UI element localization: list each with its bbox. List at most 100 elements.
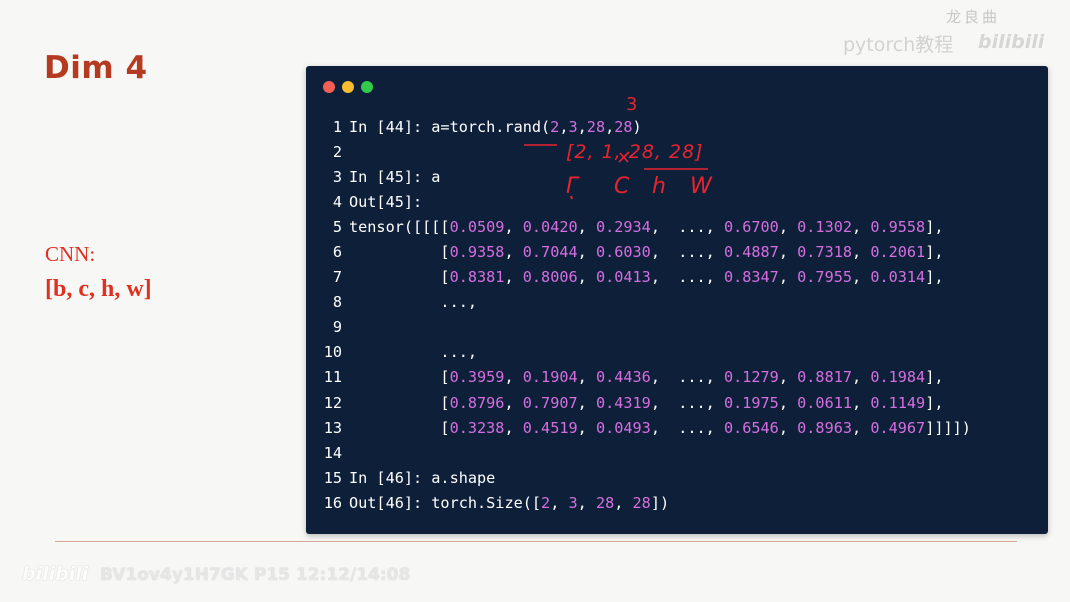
code-line: 11 [0.3959, 0.1904, 0.4436, ..., 0.1279,… bbox=[318, 365, 971, 390]
code-text: ], bbox=[925, 368, 944, 387]
code-number: 0.8347 bbox=[723, 268, 779, 287]
code-text: , bbox=[577, 418, 596, 437]
code-text: , bbox=[504, 218, 523, 237]
annotation-dims: [2, 1, 28, 28] bbox=[566, 141, 704, 163]
code-text: ]) bbox=[650, 493, 670, 512]
code-text: , bbox=[852, 268, 871, 287]
code-number: 2 bbox=[541, 493, 551, 512]
code-number: 0.4319 bbox=[595, 393, 651, 412]
annotation-letter-w: W bbox=[690, 174, 712, 199]
code-text: , ..., bbox=[650, 218, 724, 237]
code-text: , bbox=[577, 368, 596, 387]
code-text: , bbox=[778, 393, 798, 412]
code-text: ) bbox=[632, 118, 642, 136]
line-number: 13 bbox=[323, 418, 342, 437]
code-text: In [44]: a=torch.rand( bbox=[349, 118, 551, 136]
code-line: 13 [0.3238, 0.4519, 0.0493, ..., 0.6546,… bbox=[318, 416, 971, 441]
code-number: 2 bbox=[550, 118, 560, 136]
code-number: 0.0611 bbox=[797, 393, 853, 412]
line-number: 14 bbox=[323, 443, 342, 462]
code-text: , bbox=[778, 243, 798, 262]
code-text: ], bbox=[925, 243, 944, 262]
code-number: 0.4436 bbox=[595, 368, 651, 387]
line-number: 12 bbox=[323, 393, 342, 412]
code-number: 0.1302 bbox=[797, 218, 853, 237]
code-number: 0.1904 bbox=[522, 368, 578, 387]
line-number: 5 bbox=[332, 218, 342, 237]
code-text: , bbox=[504, 243, 523, 262]
line-number: 10 bbox=[323, 343, 342, 362]
code-line: 10 ..., bbox=[318, 340, 971, 365]
annotation-letter-c: C bbox=[614, 174, 630, 199]
code-line: 9 bbox=[318, 315, 971, 340]
code-text: , bbox=[778, 368, 798, 387]
code-number: 0.1984 bbox=[870, 368, 926, 387]
code-text: , ..., bbox=[650, 368, 724, 387]
code-text: ], bbox=[925, 218, 944, 237]
code-text: , bbox=[614, 493, 633, 512]
line-number: 1 bbox=[332, 118, 342, 136]
code-text: , bbox=[504, 268, 523, 287]
code-text: , bbox=[778, 268, 798, 287]
code-line: 8 ..., bbox=[318, 290, 971, 315]
code-number: 3 bbox=[568, 118, 578, 136]
maximize-dot-icon bbox=[361, 81, 373, 93]
code-number: 0.8963 bbox=[797, 418, 853, 437]
code-number: 0.6546 bbox=[723, 418, 779, 437]
code-number: 0.0314 bbox=[870, 268, 926, 287]
code-number: 0.2061 bbox=[870, 243, 926, 262]
code-number: 0.0509 bbox=[449, 218, 505, 237]
code-number: 28 bbox=[595, 493, 615, 512]
watermark-author: 龙良曲 bbox=[946, 8, 1001, 26]
code-text: In [45]: a bbox=[349, 168, 441, 187]
cnn-label: CNN: bbox=[45, 242, 96, 266]
code-line: 4 Out[45]: bbox=[318, 190, 971, 215]
code-text: , bbox=[577, 118, 587, 136]
video-meta: BV1ov4y1H7GK P15 12:12/14:08 bbox=[100, 565, 411, 585]
annotation-three: 3 bbox=[626, 94, 638, 115]
code-number: 0.4967 bbox=[870, 418, 926, 437]
line-number: 4 bbox=[332, 193, 342, 212]
minimize-dot-icon bbox=[342, 81, 354, 93]
code-number: 0.1149 bbox=[870, 393, 926, 412]
code-text: ..., bbox=[349, 293, 478, 312]
code-text: , bbox=[577, 393, 596, 412]
code-number: 0.4887 bbox=[723, 243, 779, 262]
code-text: ]]]]) bbox=[925, 418, 971, 437]
code-number: 3 bbox=[568, 493, 578, 512]
code-text: tensor([[[[ bbox=[349, 218, 450, 237]
bilibili-logo: bilibili bbox=[22, 563, 89, 585]
code-number: 0.2934 bbox=[595, 218, 651, 237]
code-line: 12 [0.8796, 0.7907, 0.4319, ..., 0.1975,… bbox=[318, 391, 971, 416]
code-text: , bbox=[852, 218, 871, 237]
code-text: , bbox=[778, 418, 798, 437]
annotation-letter-h: h bbox=[652, 174, 666, 199]
code-block: 1 In [44]: a=torch.rand(2,3,28,28) 2 3 In [4… bbox=[318, 115, 971, 516]
code-text: , bbox=[577, 268, 596, 287]
line-number: 3 bbox=[332, 168, 342, 187]
code-text: [ bbox=[349, 243, 450, 262]
code-text: Out[45]: bbox=[349, 193, 423, 212]
code-text: ], bbox=[925, 393, 944, 412]
code-line: 1 In [44]: a=torch.rand(2,3,28,28) bbox=[318, 115, 971, 140]
code-number: 0.7907 bbox=[522, 393, 578, 412]
code-line: 7 [0.8381, 0.8006, 0.0413, ..., 0.8347, … bbox=[318, 265, 971, 290]
code-text: , bbox=[550, 493, 569, 512]
code-number: 0.7955 bbox=[797, 268, 853, 287]
line-number: 15 bbox=[323, 468, 342, 487]
code-number: 0.7044 bbox=[522, 243, 578, 262]
code-text: , bbox=[504, 393, 523, 412]
code-number: 0.6700 bbox=[723, 218, 779, 237]
code-text: , bbox=[577, 493, 596, 512]
code-line: 6 [0.9358, 0.7044, 0.6030, ..., 0.4887, … bbox=[318, 240, 971, 265]
code-number: 0.6030 bbox=[595, 243, 651, 262]
code-line: 15 In [46]: a.shape bbox=[318, 466, 971, 491]
code-text: , bbox=[852, 243, 871, 262]
line-number: 6 bbox=[332, 243, 342, 262]
code-number: 0.4519 bbox=[522, 418, 578, 437]
code-number: 0.8796 bbox=[449, 393, 505, 412]
code-number: 28 bbox=[632, 493, 651, 512]
code-text: , bbox=[605, 118, 615, 136]
slide-title: Dim 4 bbox=[44, 50, 148, 86]
code-number: 0.1279 bbox=[723, 368, 779, 387]
